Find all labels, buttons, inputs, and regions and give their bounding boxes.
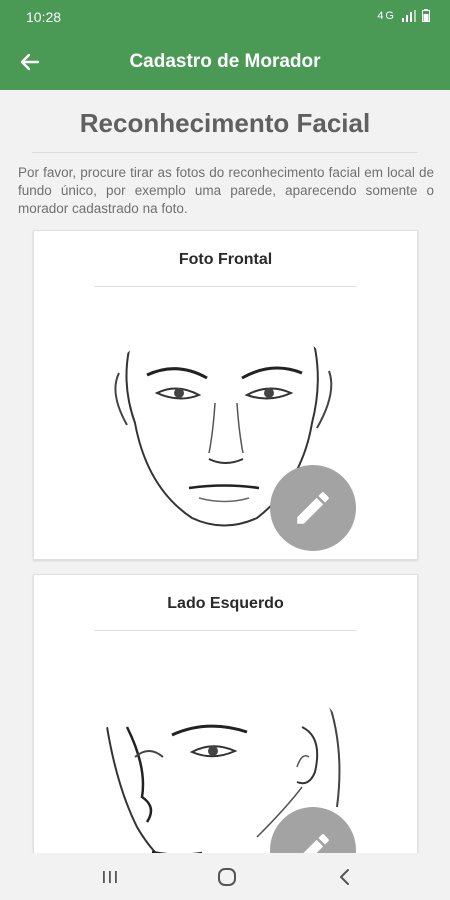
system-back-button[interactable] xyxy=(330,865,360,889)
network-type-label: 4G xyxy=(377,9,396,22)
card-divider xyxy=(94,630,357,631)
instructions-text: Por favor, procure tirar as fotos do rec… xyxy=(18,165,434,216)
status-time: 10:28 xyxy=(26,9,62,25)
photo-card-title: Lado Esquerdo xyxy=(167,595,284,612)
recent-apps-icon xyxy=(103,871,117,883)
title-divider xyxy=(32,152,418,153)
pencil-icon xyxy=(297,492,329,524)
back-icon xyxy=(340,869,349,885)
photo-card-left-side: Lado Esquerdo xyxy=(33,574,418,853)
home-button[interactable] xyxy=(212,865,242,889)
photo-card-frontal: Foto Frontal xyxy=(33,230,418,560)
recent-apps-button[interactable] xyxy=(95,865,125,889)
battery-icon xyxy=(422,9,430,22)
signal-icon xyxy=(402,9,416,22)
system-nav-bar xyxy=(0,853,450,900)
photo-card-title: Foto Frontal xyxy=(178,251,273,268)
status-bar: 10:28 4G xyxy=(0,0,450,34)
app-bar: Cadastro de Morador xyxy=(0,34,450,90)
edit-photo-button[interactable] xyxy=(270,465,356,551)
status-icons: 4G xyxy=(377,9,430,22)
scroll-content[interactable]: Reconhecimento Facial Por favor, procure… xyxy=(0,90,450,853)
page-title: Reconhecimento Facial xyxy=(79,108,371,138)
home-icon xyxy=(218,868,236,886)
pencil-icon xyxy=(303,834,329,853)
app-bar-title: Cadastro de Morador xyxy=(129,51,321,72)
card-divider xyxy=(94,286,357,287)
